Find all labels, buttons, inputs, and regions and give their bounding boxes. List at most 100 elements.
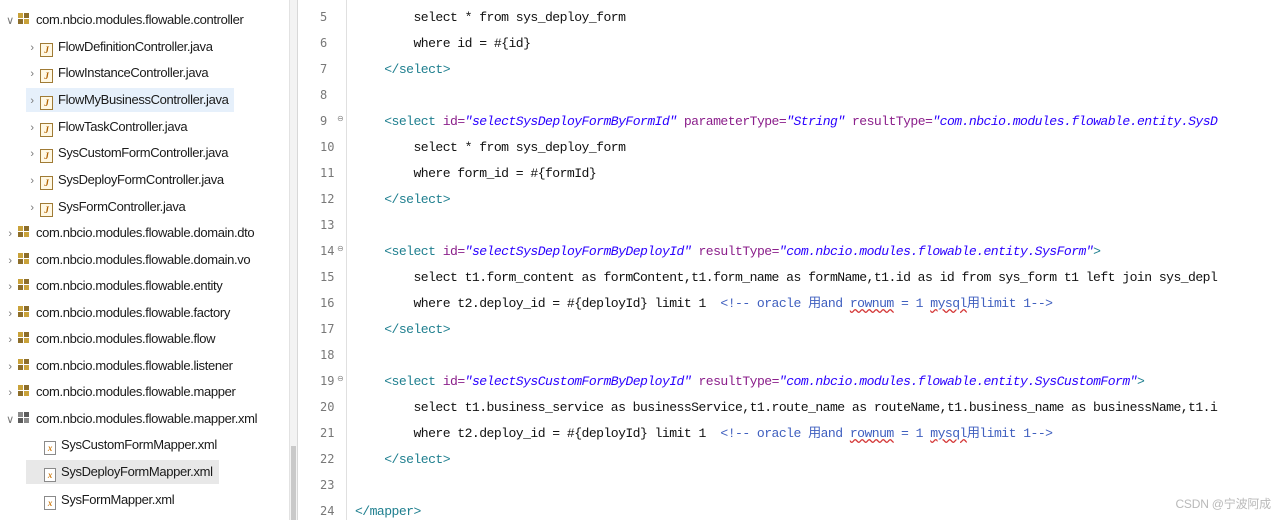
tree-package-item[interactable]: › com.nbcio.modules.flowable.entity: [4, 274, 222, 298]
code-line[interactable]: </select>: [355, 448, 450, 471]
java-file-icon: J: [40, 69, 53, 83]
collapse-arrow-icon[interactable]: ›: [4, 302, 16, 326]
collapse-arrow-icon[interactable]: ›: [4, 355, 16, 379]
code-line[interactable]: where form_id = #{formId}: [355, 162, 596, 185]
fold-toggle-icon[interactable]: ⊖: [337, 374, 344, 383]
code-line[interactable]: select t1.form_content as formContent,t1…: [355, 266, 1217, 289]
line-number: 10: [320, 140, 335, 154]
code-token: </mapper>: [355, 504, 421, 519]
tree-item-label: com.nbcio.modules.flowable.mapper: [36, 384, 236, 399]
collapse-arrow-icon[interactable]: ›: [4, 249, 16, 273]
tree-package-item[interactable]: › com.nbcio.modules.flowable.flow: [4, 327, 215, 351]
code-token: where t2.deploy_id = #{deployId} limit 1: [355, 426, 721, 441]
collapse-arrow-icon[interactable]: ›: [26, 169, 38, 193]
tree-file-item[interactable]: x SysFormMapper.xml: [26, 488, 175, 512]
java-file-icon: J: [40, 176, 53, 190]
tree-package-item[interactable]: › com.nbcio.modules.flowable.listener: [4, 354, 233, 378]
tree-item-label: SysDeployFormController.java: [58, 172, 224, 187]
tree-item-label: com.nbcio.modules.flowable.mapper.xml: [36, 411, 258, 426]
code-line[interactable]: <select id="selectSysDeployFormByDeployI…: [355, 240, 1101, 263]
collapse-arrow-icon[interactable]: ›: [4, 222, 16, 246]
code-line[interactable]: select * from sys_deploy_form: [355, 136, 625, 159]
collapse-arrow-icon[interactable]: ›: [4, 328, 16, 352]
tree-package-item[interactable]: › com.nbcio.modules.flowable.mapper: [4, 380, 235, 404]
xml-file-icon: x: [44, 496, 56, 510]
code-token: select t1.business_service as businessSe…: [355, 400, 1218, 415]
tree-file-item[interactable]: › J SysCustomFormController.java: [26, 141, 228, 165]
code-token: = 1: [893, 296, 931, 311]
code-editor[interactable]: 5 6 7 8 9 ⊖ 10 11 12 13 14 ⊖ 15 16 17 18 19 ⊖ 20 21 22 23 24 s…: [297, 0, 1285, 520]
tree-file-item[interactable]: › J FlowInstanceController.java: [26, 61, 209, 86]
code-token: parameterType=: [676, 114, 787, 129]
tree-file-item[interactable]: › J FlowDefinitionController.java: [26, 35, 213, 59]
code-token: >: [1136, 374, 1145, 389]
tree-item-label: SysCustomFormMapper.xml: [61, 437, 217, 452]
code-token: >: [1093, 244, 1101, 259]
line-number: 21: [320, 426, 335, 440]
line-number: 20: [320, 400, 335, 414]
tree-item-label: com.nbcio.modules.flowable.controller: [36, 12, 244, 27]
collapse-arrow-icon[interactable]: ›: [26, 62, 38, 86]
tree-file-item[interactable]: x SysCustomFormMapper.xml: [26, 433, 217, 457]
expand-arrow-icon[interactable]: ∨: [4, 408, 16, 432]
tree-item-label: com.nbcio.modules.flowable.domain.vo: [36, 252, 251, 267]
code-token: "com.nbcio.modules.flowable.entity.SysCu…: [778, 374, 1138, 389]
collapse-arrow-icon[interactable]: ›: [4, 381, 16, 405]
code-token: select t1.form_content as formContent,t1…: [355, 270, 1218, 285]
tree-file-item[interactable]: x SysDeployFormMapper.xml: [26, 460, 219, 484]
tree-item-label: FlowDefinitionController.java: [58, 39, 213, 54]
line-number: 7: [320, 62, 328, 76]
tree-file-item[interactable]: › J SysFormController.java: [26, 195, 186, 220]
line-number: 17: [320, 322, 335, 336]
fold-toggle-icon[interactable]: ⊖: [337, 114, 344, 123]
line-number: 18: [320, 348, 335, 362]
xml-file-icon: x: [44, 468, 56, 482]
code-token: "com.nbcio.modules.flowable.entity.SysFo…: [778, 244, 1094, 259]
tree-item-label: com.nbcio.modules.flowable.domain.dto: [36, 225, 255, 240]
code-line[interactable]: select * from sys_deploy_form: [355, 6, 625, 29]
package-icon: [18, 412, 32, 424]
tree-file-item[interactable]: › J SysDeployFormController.java: [26, 168, 224, 192]
code-token: resultType=: [844, 114, 933, 129]
tree-file-item[interactable]: › J FlowMyBusinessController.java: [26, 88, 235, 113]
collapse-arrow-icon[interactable]: ›: [26, 36, 38, 60]
code-line[interactable]: where t2.deploy_id = #{deployId} limit 1…: [355, 422, 1053, 445]
code-token: </select>: [355, 322, 450, 337]
code-token: <select: [355, 374, 443, 389]
fold-toggle-icon[interactable]: ⊖: [337, 244, 344, 253]
package-icon: [18, 385, 32, 397]
code-token: where id = #{id}: [355, 36, 531, 51]
code-line[interactable]: </select>: [355, 58, 450, 81]
code-token: "selectSysDeployFormByDeployId": [464, 244, 692, 259]
collapse-arrow-icon[interactable]: ›: [26, 142, 38, 166]
tree-file-item[interactable]: › J FlowTaskController.java: [26, 115, 188, 140]
expand-arrow-icon[interactable]: ∨: [4, 9, 16, 33]
line-number: 8: [320, 88, 328, 102]
package-icon: [18, 253, 32, 265]
tree-package-item[interactable]: › com.nbcio.modules.flowable.factory: [4, 301, 230, 325]
tree-package-item[interactable]: › com.nbcio.modules.flowable.domain.vo: [4, 248, 250, 272]
code-line[interactable]: select t1.business_service as businessSe…: [355, 396, 1217, 419]
tree-package-item[interactable]: ∨ com.nbcio.modules.flowable.mapper.xml: [4, 407, 257, 431]
code-line[interactable]: <select id="selectSysCustomFormByDeployI…: [355, 370, 1145, 393]
code-line[interactable]: </select>: [355, 318, 450, 341]
collapse-arrow-icon[interactable]: ›: [26, 116, 38, 140]
collapse-arrow-icon[interactable]: ›: [4, 275, 16, 299]
package-explorer-scroll-thumb[interactable]: [291, 446, 296, 520]
code-line[interactable]: </select>: [355, 188, 450, 211]
line-number: 16: [320, 296, 335, 310]
code-line[interactable]: <select id="selectSysDeployFormByFormId"…: [355, 110, 1218, 133]
tree-item-label: FlowMyBusinessController.java: [58, 92, 229, 107]
collapse-arrow-icon[interactable]: ›: [26, 89, 38, 113]
line-number: 22: [320, 452, 335, 466]
tree-item-label: com.nbcio.modules.flowable.listener: [36, 358, 233, 373]
code-token: where t2.deploy_id = #{deployId} limit 1: [355, 296, 721, 311]
collapse-arrow-icon[interactable]: ›: [26, 196, 38, 220]
code-line[interactable]: where t2.deploy_id = #{deployId} limit 1…: [355, 292, 1053, 315]
line-number: 12: [320, 192, 335, 206]
tree-package-item[interactable]: ∨ com.nbcio.modules.flowable.controller: [4, 8, 244, 33]
tree-package-item[interactable]: › com.nbcio.modules.flowable.domain.dto: [4, 221, 254, 245]
code-line[interactable]: where id = #{id}: [355, 32, 530, 55]
code-token: id=: [442, 114, 465, 129]
line-number: 11: [320, 166, 335, 180]
